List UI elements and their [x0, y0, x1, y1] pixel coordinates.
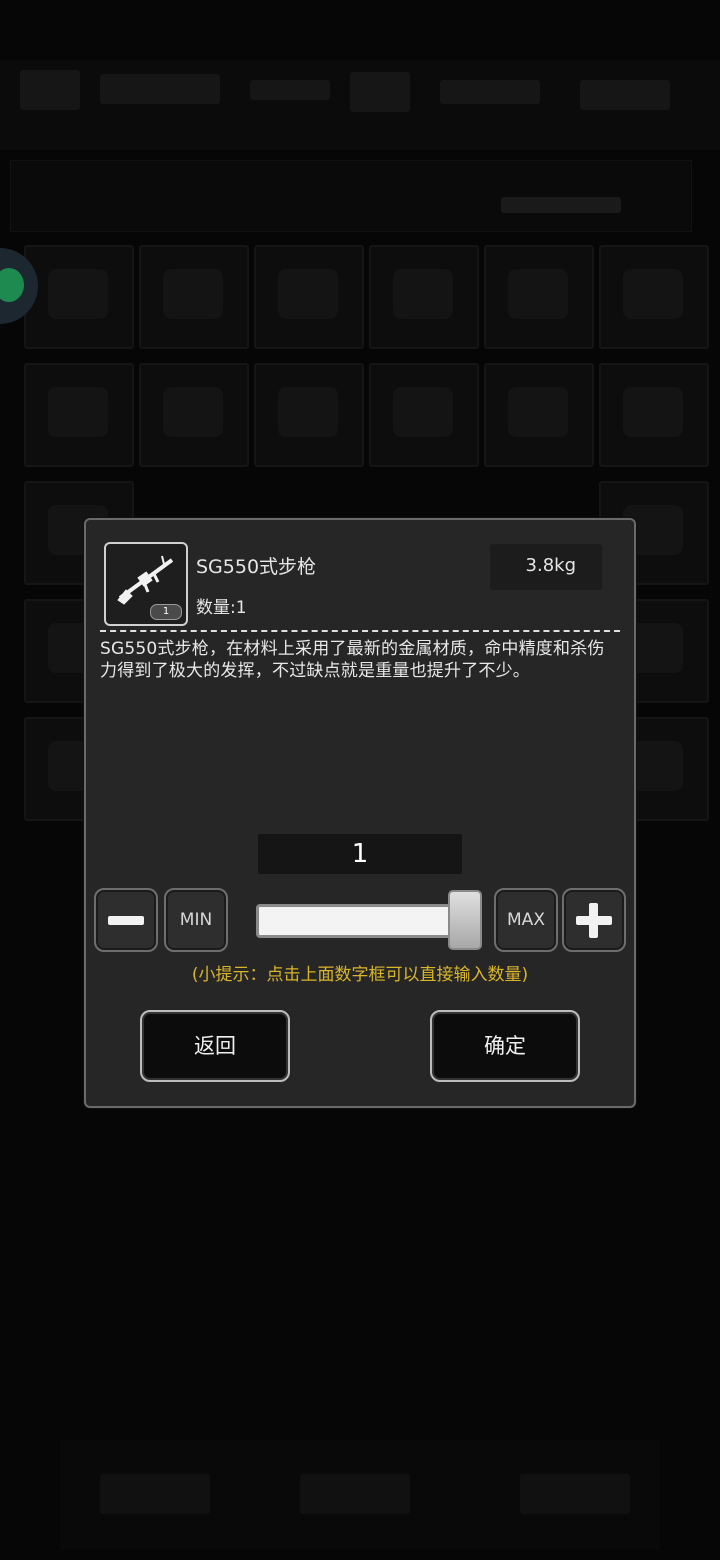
- dashed-divider: [100, 630, 620, 632]
- item-weight: 3.8kg: [525, 555, 576, 576]
- increase-button[interactable]: [562, 888, 626, 952]
- item-name: SG550式步枪: [196, 556, 317, 578]
- rifle-icon: [117, 555, 174, 605]
- item-quantity-dialog: 1 SG550式步枪 数量:1 3.8kg SG550式步枪，在材料上采用了最新…: [84, 518, 636, 1108]
- item-count: 数量:1: [196, 598, 247, 618]
- decrease-button[interactable]: [94, 888, 158, 952]
- background-bottom-bar: [60, 1440, 660, 1550]
- max-button[interactable]: MAX: [494, 888, 558, 952]
- item-slot-quantity-tag: 1: [150, 604, 182, 620]
- confirm-button[interactable]: 确定: [430, 1010, 580, 1082]
- quantity-slider-track[interactable]: [256, 904, 466, 938]
- item-description: SG550式步枪，在材料上采用了最新的金属材质，命中精度和杀伤力得到了极大的发挥…: [100, 639, 605, 681]
- quantity-input[interactable]: 1: [258, 834, 462, 874]
- game-screen: 1 SG550式步枪 数量:1 3.8kg SG550式步枪，在材料上采用了最新…: [0, 0, 720, 1560]
- plus-icon: [589, 903, 598, 938]
- item-slot: 1: [104, 542, 188, 626]
- background-sub-bar: [10, 160, 692, 232]
- quantity-slider-handle[interactable]: [448, 890, 482, 950]
- quantity-hint: (小提示：点击上面数字框可以直接输入数量): [191, 965, 529, 985]
- minus-icon: [108, 916, 144, 925]
- back-button[interactable]: 返回: [140, 1010, 290, 1082]
- background-top-bar: [0, 60, 720, 150]
- min-button[interactable]: MIN: [164, 888, 228, 952]
